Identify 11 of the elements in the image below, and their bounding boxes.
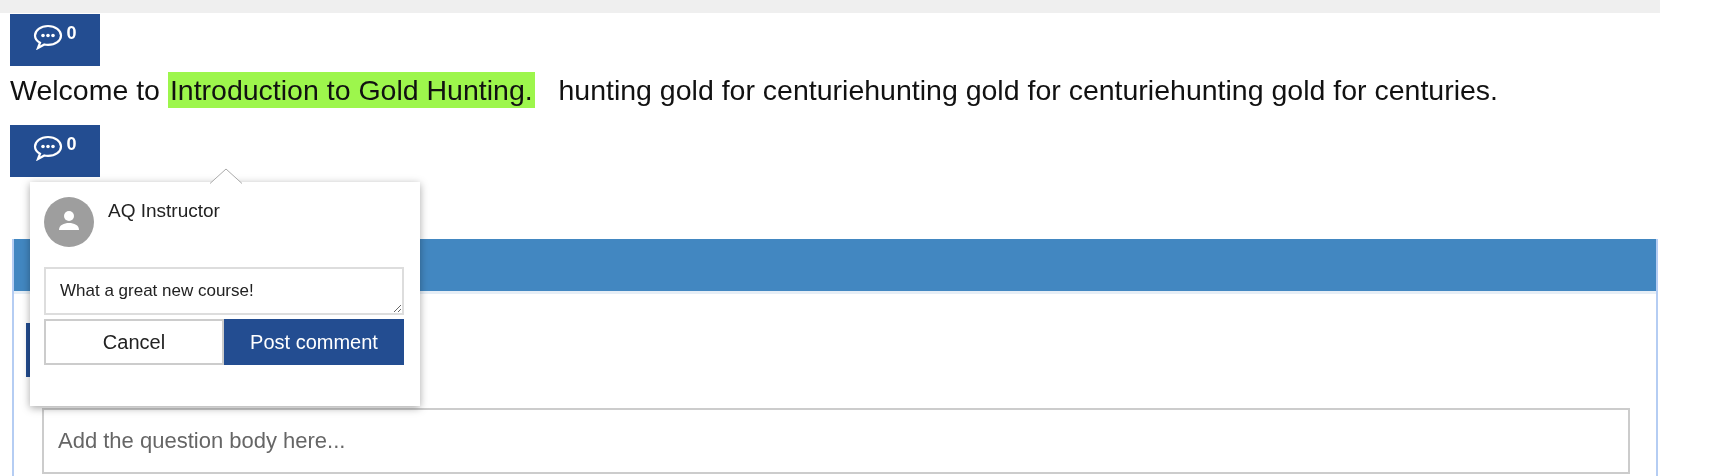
- comment-field[interactable]: What a great new course!: [44, 267, 404, 315]
- comment-count-button[interactable]: 0: [10, 14, 100, 66]
- avatar-icon: [44, 197, 94, 247]
- question-body-field[interactable]: Add the question body here...: [42, 408, 1630, 474]
- chat-icon: [33, 135, 64, 161]
- comment-count-button[interactable]: 0: [10, 125, 100, 177]
- welcome-paragraph: Welcome to Introduction to Gold Hunting. hunting gold for centuriehunting gold for centuriehunting gold for centuries.: [10, 72, 1499, 108]
- chat-icon: [33, 24, 64, 50]
- cancel-button[interactable]: Cancel: [44, 319, 224, 365]
- author-name: AQ Instructor: [108, 200, 220, 222]
- post-comment-button[interactable]: Post comment: [224, 319, 404, 365]
